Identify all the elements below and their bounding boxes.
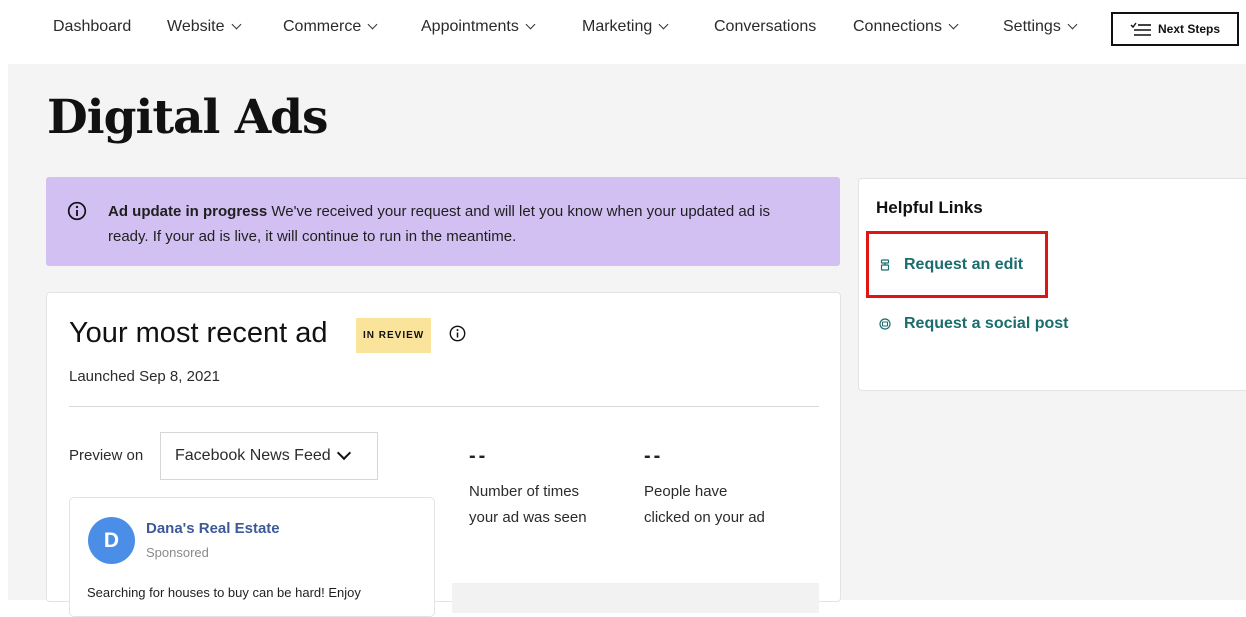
- next-steps-button[interactable]: Next Steps: [1111, 12, 1239, 46]
- avatar: D: [88, 517, 135, 564]
- recent-ad-card: Your most recent ad IN REVIEW Launched S…: [46, 292, 841, 617]
- stat-clicks-value: --: [644, 445, 664, 467]
- preview-page-name[interactable]: Dana's Real Estate: [146, 520, 280, 537]
- top-navigation: Dashboard Website Commerce Appointments …: [0, 0, 1246, 62]
- preview-placement-value: Facebook News Feed: [175, 447, 331, 464]
- nav-website-label: Website: [167, 18, 225, 35]
- preview-placement-dropdown[interactable]: Facebook News Feed: [160, 432, 378, 480]
- nav-conversations-label: Conversations: [714, 18, 817, 35]
- highlight-annotation-box: [866, 231, 1048, 298]
- nav-commerce[interactable]: Commerce: [283, 18, 378, 36]
- chevron-down-icon: [525, 19, 536, 30]
- chevron-down-icon: [1067, 19, 1078, 30]
- recent-ad-heading: Your most recent ad: [69, 317, 328, 349]
- stat-impressions-label-2: your ad was seen: [469, 509, 587, 526]
- nav-marketing-label: Marketing: [582, 18, 653, 35]
- social-post-icon: [879, 318, 891, 330]
- nav-appointments[interactable]: Appointments: [421, 18, 536, 36]
- chevron-down-icon: [948, 19, 959, 30]
- launched-date: Launched Sep 8, 2021: [69, 368, 220, 385]
- stat-impressions: -- Number of times your ad was seen: [469, 443, 587, 531]
- nav-appointments-label: Appointments: [421, 18, 519, 35]
- chevron-down-icon: [336, 445, 351, 461]
- nav-dashboard[interactable]: Dashboard: [53, 18, 131, 36]
- nav-connections-label: Connections: [853, 18, 942, 35]
- ad-update-alert: Ad update in progress We've received you…: [46, 177, 840, 266]
- stat-clicks-label-1: People have: [644, 483, 728, 500]
- chevron-down-icon: [231, 19, 241, 30]
- nav-commerce-label: Commerce: [283, 18, 362, 35]
- info-icon: [67, 201, 87, 221]
- next-steps-label: Next Steps: [1157, 22, 1221, 36]
- status-badge: IN REVIEW: [356, 318, 432, 353]
- info-icon[interactable]: [449, 325, 466, 342]
- stat-impressions-label-1: Number of times: [469, 483, 580, 500]
- nav-connections[interactable]: Connections: [853, 18, 959, 36]
- alert-title: Ad update in progress: [108, 203, 268, 220]
- nav-settings[interactable]: Settings: [1003, 18, 1078, 36]
- sponsored-label: Sponsored: [146, 545, 209, 560]
- chevron-down-icon: [658, 19, 669, 30]
- facebook-ad-preview: D Dana's Real Estate Sponsored Searching…: [69, 497, 435, 617]
- nav-dashboard-label: Dashboard: [53, 18, 132, 35]
- request-social-post-link[interactable]: Request a social post: [879, 315, 1069, 333]
- alert-message: Ad update in progress We've received you…: [108, 199, 808, 249]
- ad-body-text: Searching for houses to buy can be hard!…: [87, 585, 361, 600]
- checklist-icon: [1130, 22, 1151, 36]
- preview-on-label: Preview on: [69, 447, 144, 464]
- stats-chart-area: [452, 583, 819, 613]
- stat-clicks: -- People have clicked on your ad: [644, 443, 765, 531]
- page-title: Digital Ads: [47, 90, 329, 145]
- nav-conversations[interactable]: Conversations: [714, 18, 816, 36]
- helpful-links-title: Helpful Links: [876, 198, 983, 217]
- nav-marketing[interactable]: Marketing: [582, 18, 669, 36]
- nav-settings-label: Settings: [1003, 18, 1061, 35]
- nav-website[interactable]: Website: [167, 18, 241, 36]
- request-social-post-label: Request a social post: [904, 315, 1069, 332]
- stat-impressions-value: --: [469, 445, 489, 467]
- chevron-down-icon: [367, 19, 378, 30]
- divider: [69, 406, 819, 407]
- stat-clicks-label-2: clicked on your ad: [644, 509, 765, 526]
